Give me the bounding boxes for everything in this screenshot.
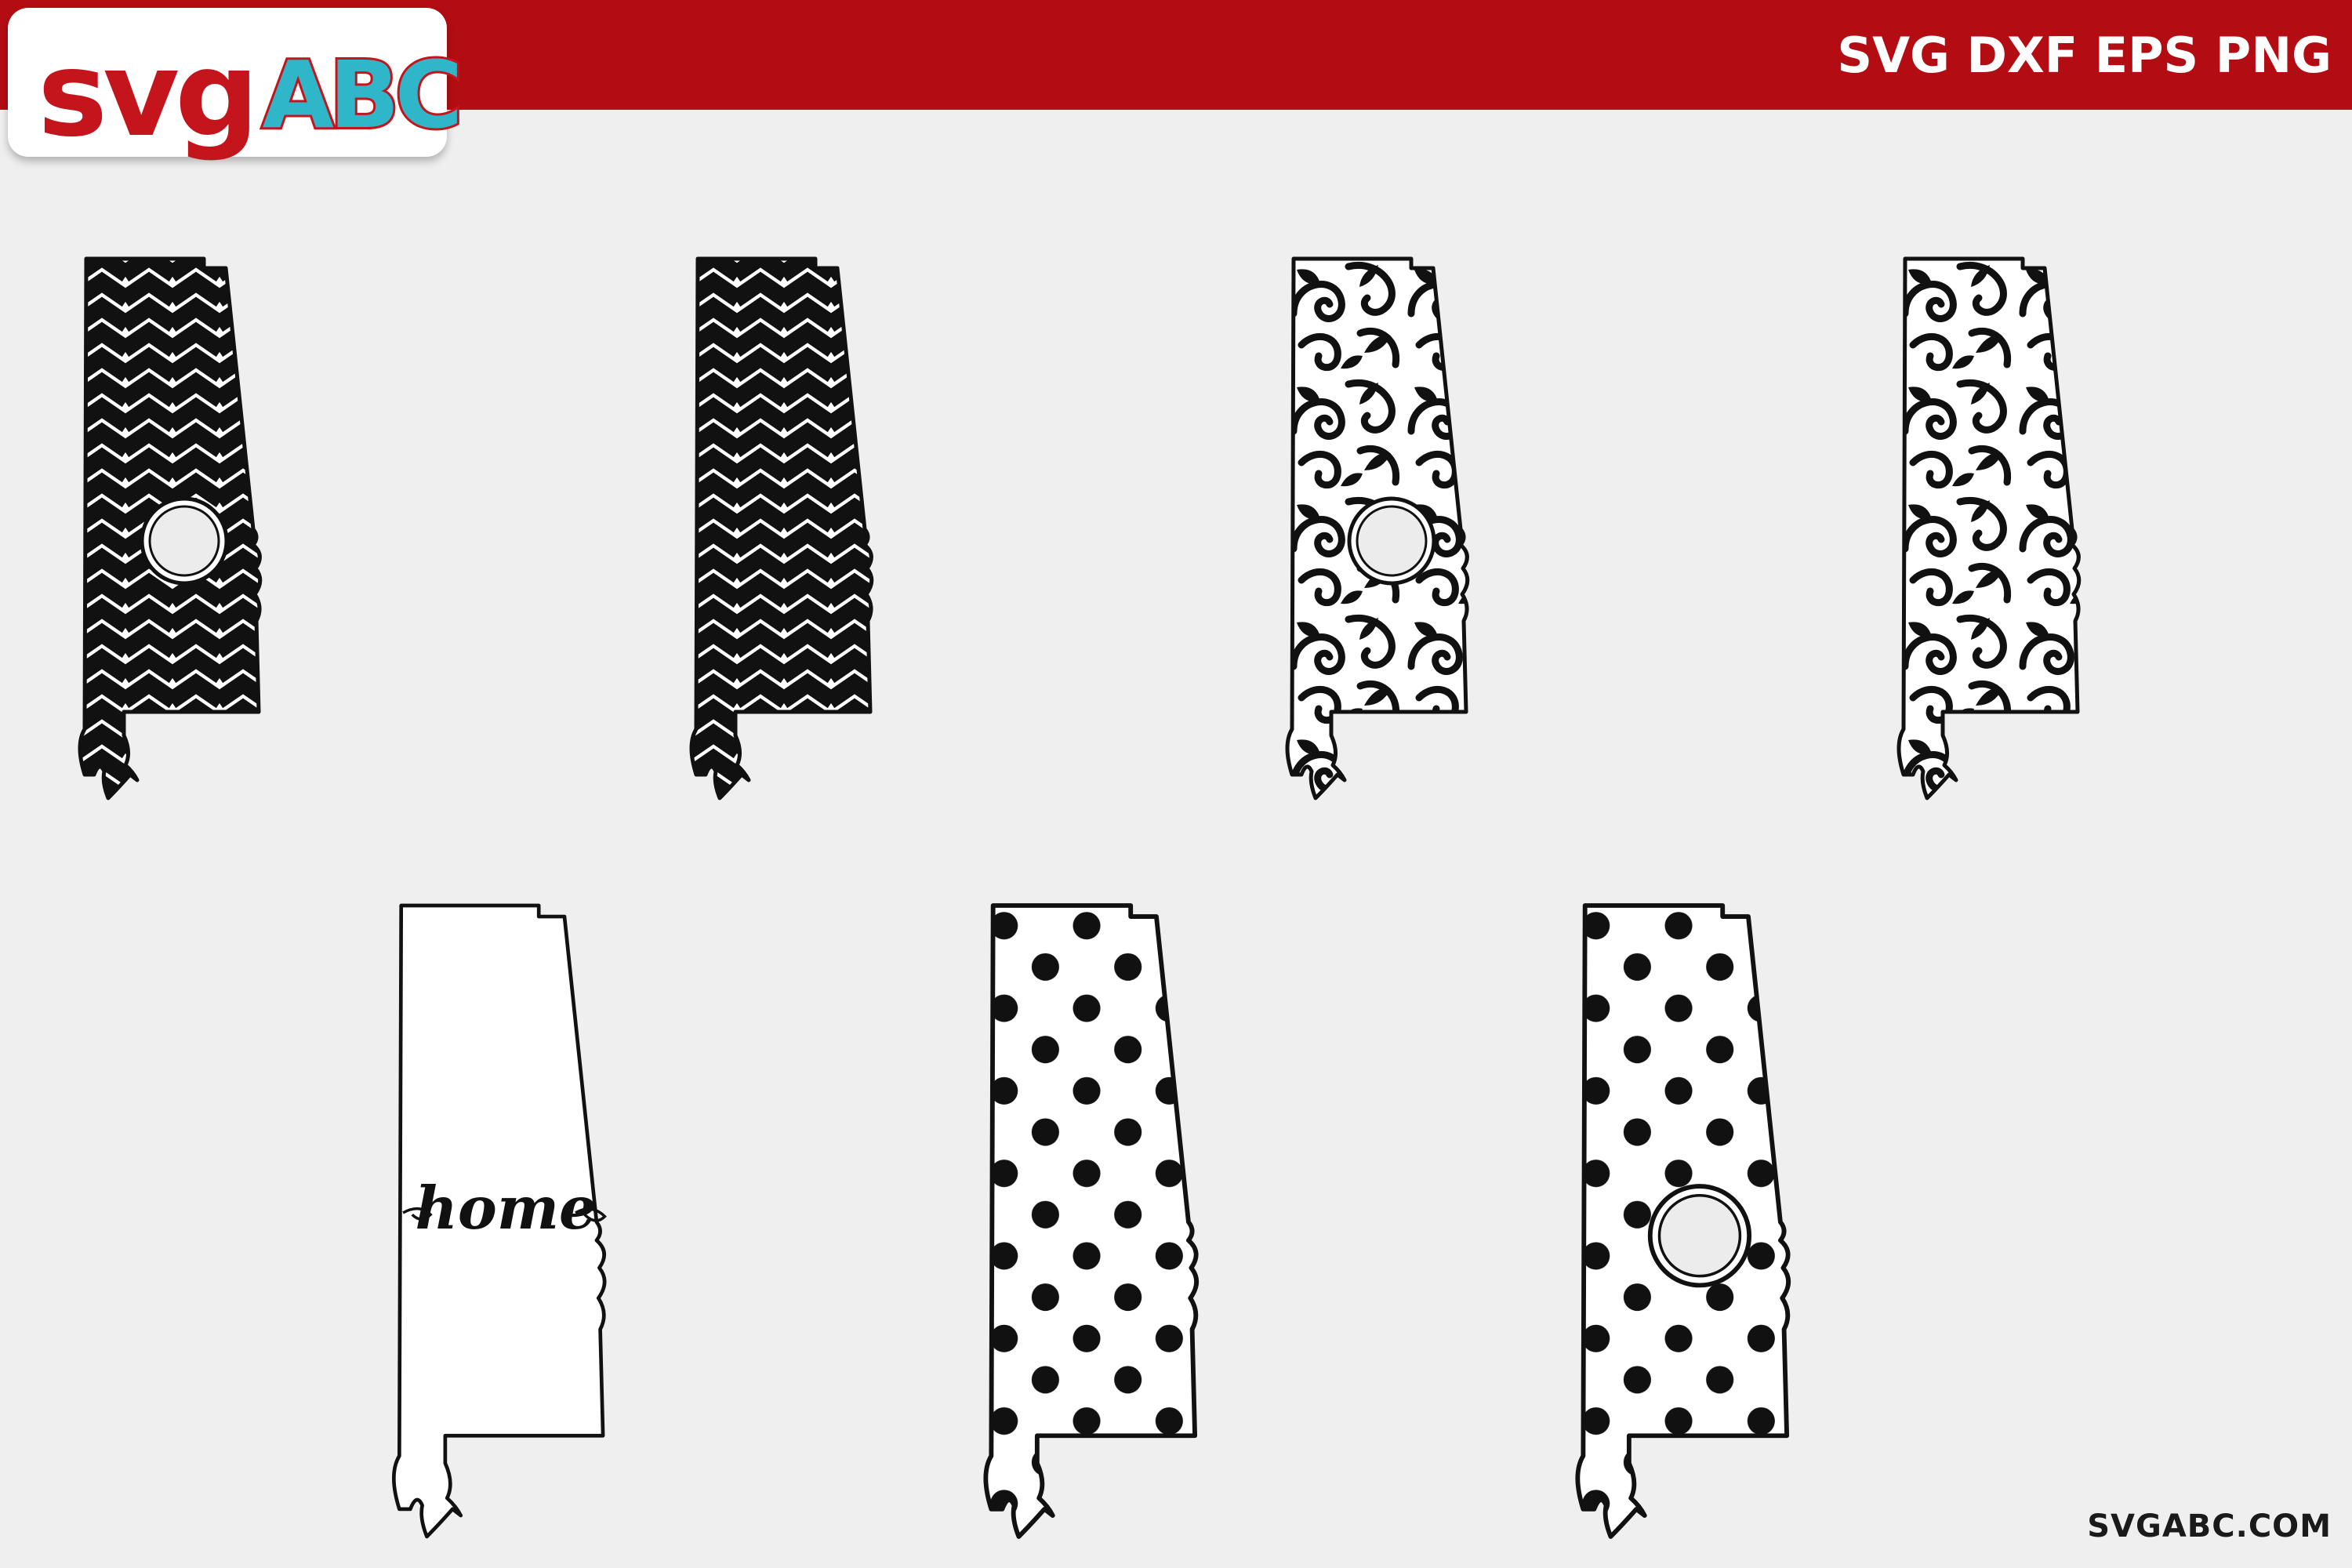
monogram-circle <box>1356 505 1428 577</box>
website-label: SVGABC.COM <box>2087 1508 2332 1544</box>
alabama-shape-floral <box>1899 259 2079 798</box>
monogram-circle <box>1657 1193 1742 1278</box>
alabama-design-chevron-monogram <box>80 259 260 798</box>
alabama-shape-polka-dot <box>985 906 1196 1537</box>
alabama-design-floral <box>1899 259 2079 798</box>
home-script-text: home <box>415 1174 596 1243</box>
alabama-design-chevron <box>691 259 872 798</box>
monogram-circle <box>148 505 220 577</box>
alabama-design-home-outline: home <box>394 906 607 1537</box>
alabama-shape-chevron <box>691 259 872 798</box>
alabama-design-polka-dot-monogram <box>1577 906 1788 1537</box>
alabama-design-floral-monogram <box>1287 259 1468 798</box>
alabama-designs-grid: home <box>0 0 2352 1568</box>
alabama-design-polka-dot <box>985 906 1196 1537</box>
